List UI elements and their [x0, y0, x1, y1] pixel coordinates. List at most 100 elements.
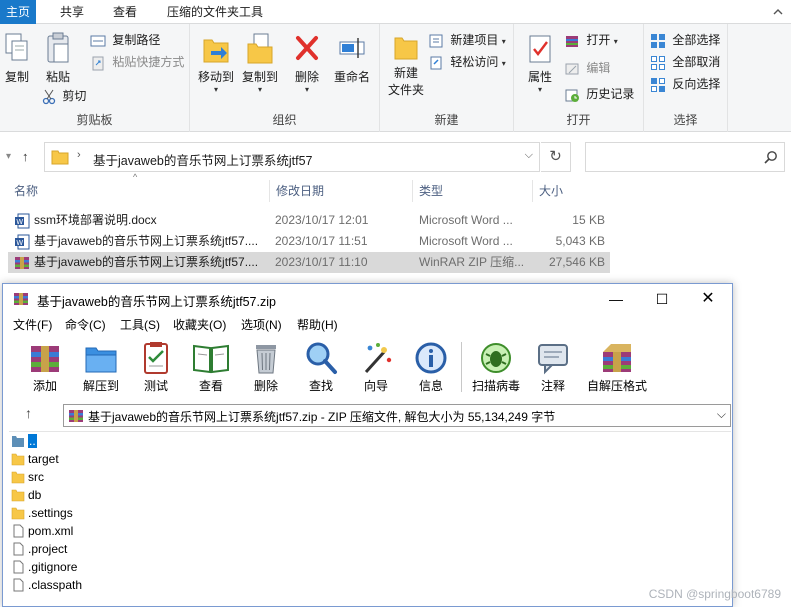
tab-compressed-folder-tools[interactable]: 压缩的文件夹工具 — [158, 0, 272, 24]
svg-text:W: W — [16, 218, 23, 226]
list-item-up[interactable]: .. — [11, 432, 37, 450]
list-item[interactable]: target — [11, 450, 59, 468]
file-name: 基于javaweb的音乐节网上订票系统jtf57.... — [34, 234, 259, 248]
file-type: Microsoft Word ... — [419, 234, 513, 248]
file-row[interactable]: W 基于javaweb的音乐节网上订票系统jtf57.... 2023/10/1… — [8, 231, 610, 252]
list-item[interactable]: .project — [11, 540, 67, 558]
list-item[interactable]: pom.xml — [11, 522, 73, 540]
copy-button[interactable]: 复制 — [2, 32, 32, 85]
comment-icon — [538, 344, 568, 375]
group-label-clipboard: 剪贴板 — [76, 113, 113, 127]
column-header-type[interactable]: 类型 — [413, 180, 533, 202]
close-icon: ✕ — [701, 290, 715, 307]
list-item[interactable]: .gitignore — [11, 558, 77, 576]
up-folder-icon — [12, 436, 24, 447]
find-magnifier-icon — [306, 342, 337, 374]
test-clipboard-icon — [144, 342, 168, 374]
easy-access-icon — [430, 56, 442, 70]
file-size: 27,546 KB — [548, 255, 605, 269]
group-label-open: 打开 — [566, 113, 591, 127]
word-icon: W — [15, 234, 30, 250]
file-date: 2023/10/17 12:01 — [275, 213, 369, 227]
navigation-bar: ▾ ↑ › 基于javaweb的音乐节网上订票系统jtf57 ⌵ ↻ — [0, 133, 791, 179]
word-icon: W — [15, 213, 30, 229]
menu-file[interactable]: 文件(F) — [13, 316, 52, 333]
minimize-button[interactable]: — — [593, 284, 639, 314]
comment-button[interactable]: 注释 — [529, 340, 577, 394]
path-dropdown-chevron-icon[interactable]: ⌵ — [717, 407, 726, 422]
archive-path-text: 基于javaweb的音乐节网上订票系统jtf57.zip - ZIP 压缩文件,… — [88, 410, 556, 424]
ribbon: 复制 粘贴 复制路径 粘贴快捷方式 剪切 剪贴板 移动到 ▾ 复制到 ▾ 删除 … — [0, 24, 791, 132]
history-button[interactable]: 历史记录 — [564, 84, 634, 104]
list-item[interactable]: .settings — [11, 504, 73, 522]
view-button[interactable]: 查看 — [187, 340, 235, 394]
list-item[interactable]: .classpath — [11, 576, 82, 594]
copy-to-button[interactable]: 复制到 ▾ — [240, 32, 280, 94]
new-item-button[interactable]: 新建项目 ▾ — [428, 30, 506, 50]
list-item[interactable]: src — [11, 468, 44, 486]
invert-selection-button[interactable]: 反向选择 — [650, 74, 720, 94]
tab-view[interactable]: 查看 — [102, 0, 148, 24]
extract-to-button[interactable]: 解压到 — [77, 340, 125, 394]
new-folder-button[interactable]: 新建 文件夹 — [384, 32, 428, 98]
sfx-button[interactable]: 自解压格式 — [585, 340, 649, 394]
add-button[interactable]: 添加 — [21, 340, 69, 394]
tab-home[interactable]: 主页 — [0, 0, 36, 24]
copy-icon — [5, 33, 28, 61]
column-header-name[interactable]: 名称 — [8, 180, 270, 202]
list-item[interactable]: db — [11, 486, 41, 504]
copy-path-button[interactable]: 复制路径 — [90, 30, 160, 50]
column-header-date[interactable]: 修改日期 — [270, 180, 413, 202]
menu-tools[interactable]: 工具(S) — [120, 316, 160, 333]
up-arrow-icon[interactable]: ↑ — [22, 149, 29, 164]
delete-button[interactable]: 删除 ▾ — [292, 32, 322, 94]
open-button[interactable]: 打开 ▾ — [564, 30, 618, 50]
chevron-up-icon[interactable] — [771, 5, 785, 19]
paste-shortcut-button[interactable]: 粘贴快捷方式 — [90, 52, 184, 72]
up-folder-icon[interactable]: ↑ — [25, 405, 32, 421]
wizard-button[interactable]: 向导 — [352, 340, 400, 394]
breadcrumb-current-folder[interactable]: 基于javaweb的音乐节网上订票系统jtf57 — [93, 150, 313, 169]
winrar-title-bar[interactable]: 基于javaweb的音乐节网上订票系统jtf57.zip — ☐ ✕ — [3, 284, 732, 314]
info-button[interactable]: 信息 — [407, 340, 455, 394]
delete-archive-button[interactable]: 删除 — [242, 340, 290, 394]
menu-favorites[interactable]: 收藏夹(O) — [173, 316, 226, 333]
address-bar[interactable]: › 基于javaweb的音乐节网上订票系统jtf57 ⌵ — [44, 142, 540, 172]
menu-help[interactable]: 帮助(H) — [297, 316, 338, 333]
winrar-window: 基于javaweb的音乐节网上订票系统jtf57.zip — ☐ ✕ 文件(F)… — [2, 283, 733, 607]
column-header-size[interactable]: 大小 — [533, 180, 610, 202]
archive-path-field[interactable]: 基于javaweb的音乐节网上订票系统jtf57.zip - ZIP 压缩文件,… — [63, 404, 731, 427]
menu-options[interactable]: 选项(N) — [241, 316, 282, 333]
file-name: ssm环境部署说明.docx — [34, 213, 157, 227]
scan-virus-button[interactable]: 扫描病毒 — [467, 340, 525, 394]
folder-icon — [51, 150, 69, 165]
rename-button[interactable]: 重命名 — [330, 32, 374, 85]
menu-commands[interactable]: 命令(C) — [65, 316, 106, 333]
edit-button[interactable]: 编辑 — [564, 58, 610, 78]
file-row[interactable]: W ssm环境部署说明.docx 2023/10/17 12:01 Micros… — [8, 210, 610, 231]
properties-button[interactable]: 属性 ▾ — [522, 32, 558, 94]
test-button[interactable]: 测试 — [132, 340, 180, 394]
maximize-button[interactable]: ☐ — [639, 284, 685, 314]
delete-x-icon — [296, 36, 318, 60]
cut-button[interactable]: 剪切 — [42, 86, 86, 106]
move-to-icon — [203, 39, 229, 63]
search-input[interactable] — [585, 142, 785, 172]
select-none-button[interactable]: 全部取消 — [650, 52, 720, 72]
select-all-button[interactable]: 全部选择 — [650, 30, 720, 50]
move-to-button[interactable]: 移动到 ▾ — [196, 32, 236, 94]
file-row-selected[interactable]: 基于javaweb的音乐节网上订票系统jtf57.... 2023/10/17 … — [8, 252, 610, 273]
refresh-button[interactable]: ↻ — [541, 142, 571, 172]
paste-button[interactable]: 粘贴 — [42, 32, 74, 85]
add-archive-icon — [31, 346, 59, 372]
file-type: WinRAR ZIP 压缩... — [419, 255, 525, 269]
tab-share[interactable]: 共享 — [48, 0, 96, 24]
recent-locations-chevron-icon[interactable]: ▾ — [6, 151, 11, 162]
copy-to-icon — [247, 33, 273, 64]
winrar-toolbar: 添加 解压到 测试 查看 删除 查找 向导 信息 扫描病毒 注释 自解压格式 — [3, 336, 732, 398]
address-dropdown-chevron-icon[interactable]: ⌵ — [525, 149, 533, 162]
close-button[interactable]: ✕ — [685, 284, 731, 314]
find-button[interactable]: 查找 — [297, 340, 345, 394]
easy-access-button[interactable]: 轻松访问 ▾ — [428, 52, 506, 72]
rename-icon — [339, 38, 365, 58]
